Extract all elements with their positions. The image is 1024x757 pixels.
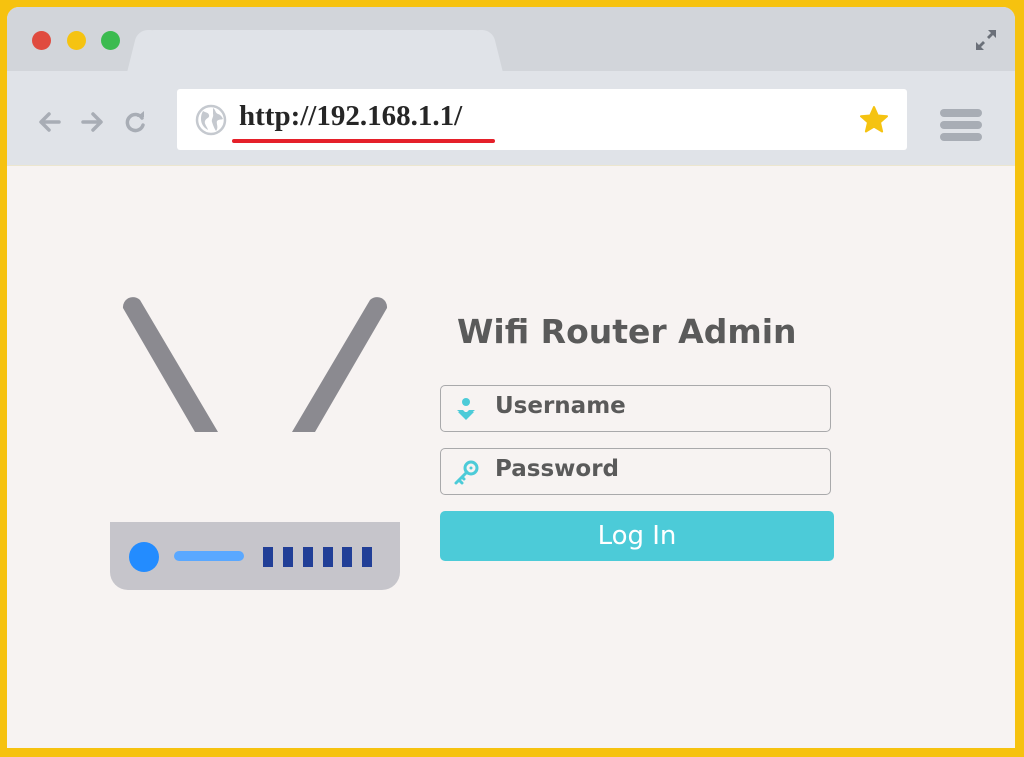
username-placeholder: Username bbox=[495, 393, 626, 419]
page-title: Wifi Router Admin bbox=[457, 312, 797, 351]
url-text[interactable]: http://192.168.1.1/ bbox=[239, 100, 462, 133]
star-icon[interactable] bbox=[859, 105, 889, 135]
router-illustration bbox=[110, 297, 400, 590]
hamburger-menu-icon[interactable] bbox=[940, 109, 982, 143]
username-field[interactable]: Username bbox=[440, 385, 831, 432]
minimize-window-button[interactable] bbox=[67, 31, 86, 50]
browser-toolbar: http://192.168.1.1/ bbox=[7, 71, 1015, 166]
power-light bbox=[129, 542, 159, 572]
close-window-button[interactable] bbox=[32, 31, 51, 50]
url-underline bbox=[232, 139, 495, 143]
expand-icon[interactable] bbox=[973, 27, 999, 53]
tab-bar bbox=[7, 7, 1015, 75]
password-placeholder: Password bbox=[495, 456, 619, 482]
browser-window: http://192.168.1.1/ Wifi Router Admin Us… bbox=[7, 7, 1015, 748]
globe-icon bbox=[195, 104, 227, 136]
right-antenna bbox=[292, 297, 388, 432]
password-field[interactable]: Password bbox=[440, 448, 831, 495]
login-button[interactable]: Log In bbox=[440, 511, 834, 561]
address-bar[interactable]: http://192.168.1.1/ bbox=[177, 89, 907, 150]
status-bar bbox=[174, 551, 244, 561]
key-icon bbox=[454, 460, 479, 485]
left-antenna bbox=[122, 297, 218, 432]
forward-arrow-icon[interactable] bbox=[79, 109, 105, 135]
user-icon bbox=[457, 398, 475, 420]
back-arrow-icon[interactable] bbox=[37, 109, 63, 135]
maximize-window-button[interactable] bbox=[101, 31, 120, 50]
reload-icon[interactable] bbox=[123, 109, 149, 135]
browser-tab[interactable] bbox=[140, 30, 490, 75]
